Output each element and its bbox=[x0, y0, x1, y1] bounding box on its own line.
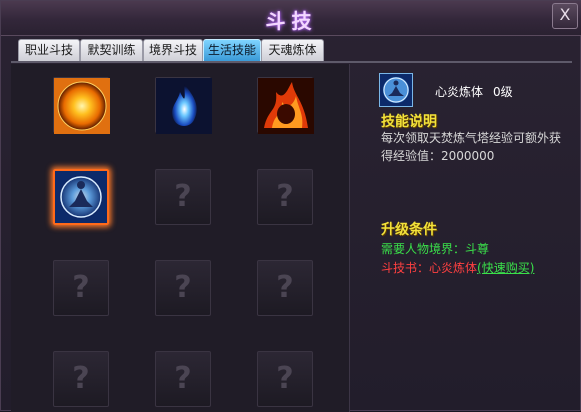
realm-requirement: 需要人物境界：斗尊 bbox=[381, 242, 490, 256]
tab-tacit-training[interactable]: 默契训练 bbox=[80, 39, 143, 61]
skill-name: 心炎炼体 bbox=[435, 85, 484, 99]
locked-skill-slot: ? bbox=[257, 351, 313, 407]
locked-skill-slot: ? bbox=[257, 169, 313, 225]
book-requirement: 斗技书：心炎炼体(快速购买) bbox=[381, 259, 534, 276]
locked-skill-slot: ? bbox=[53, 351, 109, 407]
detail-skill-icon bbox=[379, 73, 413, 107]
meditation-icon bbox=[55, 171, 107, 223]
close-button[interactable]: X bbox=[552, 3, 578, 29]
description-line-2: 得经验值：2000000 bbox=[381, 149, 495, 163]
book-requirement-label: 斗技书：心炎炼体 bbox=[381, 261, 478, 275]
tab-divider bbox=[11, 61, 572, 63]
skill-slot-orange-orb[interactable] bbox=[53, 77, 110, 134]
title-bar: 斗技 X bbox=[1, 1, 581, 36]
skill-slot-meditation[interactable] bbox=[53, 169, 109, 225]
fire-demon-icon bbox=[258, 78, 314, 134]
skill-slot-blue-flame[interactable] bbox=[155, 77, 212, 134]
blue-flame-icon bbox=[156, 78, 212, 134]
skill-grid: ? ? ? ? ? ? ? ? bbox=[11, 64, 350, 412]
tab-class-skill[interactable]: 职业斗技 bbox=[18, 39, 80, 61]
locked-skill-slot: ? bbox=[155, 260, 211, 316]
description-line-1: 每次领取天焚炼气塔经验可额外获 bbox=[381, 131, 562, 145]
window-title: 斗技 bbox=[265, 9, 318, 33]
skill-slot-fire-demon[interactable] bbox=[257, 77, 314, 134]
locked-skill-slot: ? bbox=[257, 260, 313, 316]
description-heading: 技能说明 bbox=[381, 114, 437, 130]
quick-buy-link[interactable]: (快速购买) bbox=[477, 261, 534, 275]
orange-orb-icon bbox=[54, 78, 110, 134]
skill-level: 0级 bbox=[493, 85, 513, 99]
locked-skill-slot: ? bbox=[53, 260, 109, 316]
tab-soul-refining[interactable]: 天魂炼体 bbox=[261, 39, 324, 61]
locked-skill-slot: ? bbox=[155, 169, 211, 225]
upgrade-heading: 升级条件 bbox=[381, 222, 437, 238]
tab-life-skill[interactable]: 生活技能 bbox=[203, 39, 261, 61]
tab-realm-skill[interactable]: 境界斗技 bbox=[143, 39, 203, 61]
meditation-icon bbox=[380, 74, 412, 106]
skill-window: 斗技 X 职业斗技 默契训练 境界斗技 生活技能 天魂炼体 ? ? ? ? ? … bbox=[0, 0, 581, 412]
locked-skill-slot: ? bbox=[155, 351, 211, 407]
